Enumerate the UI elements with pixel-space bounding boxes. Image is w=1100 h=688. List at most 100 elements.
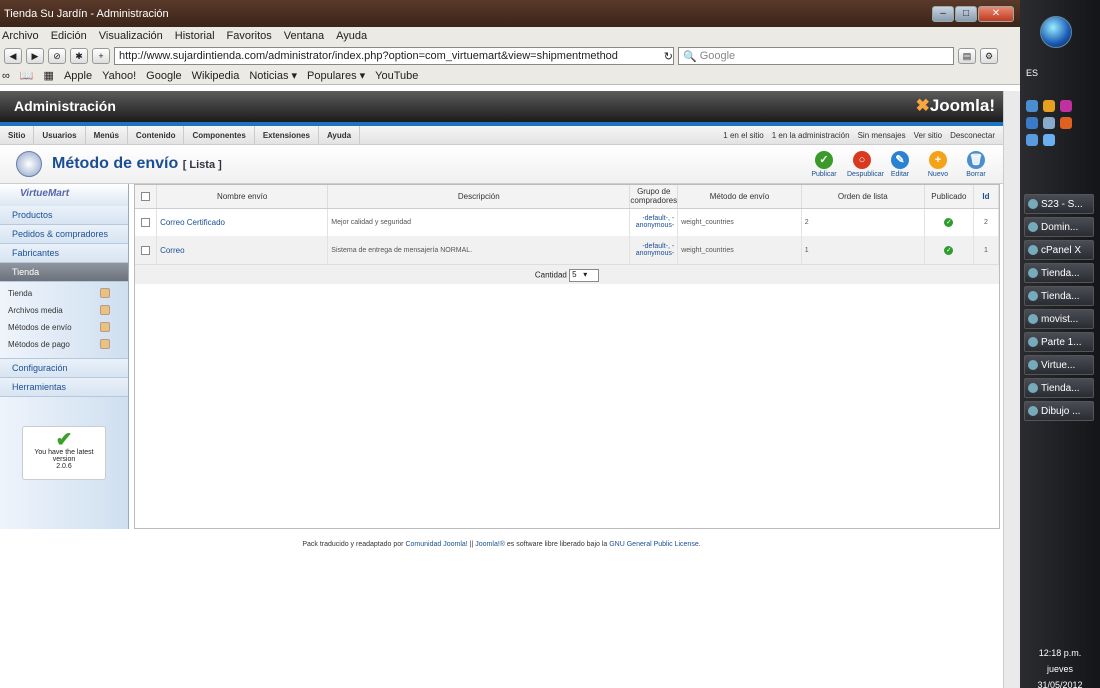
globe-icon[interactable] (1043, 134, 1055, 146)
vertical-scrollbar[interactable] (1003, 91, 1020, 688)
sidebar-subitem-tienda[interactable]: Tienda (0, 286, 128, 303)
borrar-button[interactable]: 🗑 Borrar (961, 151, 991, 178)
explorer-icon[interactable] (1043, 117, 1055, 129)
add-bookmark-icon[interactable]: + (92, 48, 110, 64)
gpl-link[interactable]: GNU General Public License. (609, 541, 700, 548)
stop-icon[interactable]: ⊘ (48, 48, 66, 64)
column-header-nombre-envío[interactable]: Nombre envío (156, 185, 329, 209)
menu-historial[interactable]: Historial (175, 30, 215, 42)
system-clock[interactable]: 12:18 p.m. jueves 31/05/2012 (1020, 645, 1100, 688)
taskbar-item[interactable]: movist... (1024, 309, 1094, 329)
status-1-en-la-administración[interactable]: 1 en la administración (772, 131, 850, 140)
admin-menu-contenido[interactable]: Contenido (128, 126, 185, 144)
admin-title: Administración (14, 98, 116, 114)
bookmark-yahoo[interactable]: Yahoo! (102, 70, 136, 82)
menu-ventana[interactable]: Ventana (284, 30, 324, 42)
bookmark-populares[interactable]: Populares ▾ (307, 69, 365, 82)
sidebar-subitem-métodos-de-pago[interactable]: Métodos de pago (0, 337, 128, 354)
published-check-icon[interactable]: ✓ (944, 217, 954, 227)
status-1-en-el-sitio[interactable]: 1 en el sitio (723, 131, 763, 140)
reload-icon[interactable]: ↻ (664, 50, 673, 63)
admin-menu-componentes[interactable]: Componentes (184, 126, 255, 144)
column-header-grupo-de-compradores[interactable]: Grupo de compradores (629, 185, 679, 209)
taskbar-item[interactable]: Parte 1... (1024, 332, 1094, 352)
firefox-icon[interactable] (1060, 117, 1072, 129)
start-button-icon[interactable] (1040, 16, 1072, 48)
taskbar-item[interactable]: Dibujo ... (1024, 401, 1094, 421)
publicar-button[interactable]: ✓ Publicar (809, 151, 839, 178)
sidebar-item-pedidos-compradores[interactable]: Pedidos & compradores (0, 225, 128, 244)
row-checkbox[interactable] (141, 245, 151, 255)
bookmark-noticias[interactable]: Noticias ▾ (249, 69, 297, 82)
bookmark-wikipedia[interactable]: Wikipedia (192, 70, 240, 82)
shipment-name-link[interactable]: Correo Certificado (156, 208, 329, 236)
status-ver-sitio[interactable]: Ver sitio (914, 131, 942, 140)
taskbar-item[interactable]: cPanel X (1024, 240, 1094, 260)
taskbar-item[interactable]: Virtue... (1024, 355, 1094, 375)
taskbar-item[interactable]: Tienda... (1024, 263, 1094, 283)
bookmarks-book-icon[interactable]: 📖 (20, 69, 34, 82)
sidebar-subitem-métodos-de-envío[interactable]: Métodos de envío (0, 320, 128, 337)
bookmark-apple[interactable]: Apple (64, 70, 92, 82)
address-bar[interactable]: http://www.sujardintienda.com/administra… (114, 47, 674, 65)
menu-visualización[interactable]: Visualización (99, 30, 163, 42)
despublicar-button[interactable]: ○ Despublicar (847, 151, 884, 178)
chrome-icon[interactable] (1043, 100, 1055, 112)
row-checkbox[interactable] (141, 217, 151, 227)
bookmark-google[interactable]: Google (146, 70, 181, 82)
sidebar-subitem-archivos-media[interactable]: Archivos media (0, 303, 128, 320)
language-indicator[interactable]: ES (1026, 68, 1038, 78)
maximize-button[interactable]: □ (955, 5, 977, 22)
taskbar-item[interactable]: Domin... (1024, 217, 1094, 237)
nuevo-button[interactable]: + Nuevo (923, 151, 953, 178)
sidebar-item-tienda[interactable]: Tienda (0, 263, 128, 282)
close-button[interactable]: ✕ (978, 5, 1014, 22)
admin-menu-usuarios[interactable]: Usuarios (34, 126, 86, 144)
settings-gear-icon[interactable]: ⚙ (980, 48, 998, 64)
comunidad-link[interactable]: Comunidad Joomla! (405, 541, 467, 548)
page-menu-icon[interactable]: ▤ (958, 48, 976, 64)
row-checkbox-cell (135, 208, 158, 236)
safari-icon[interactable] (1026, 134, 1038, 146)
column-header-descripción[interactable]: Descripción (327, 185, 631, 209)
taskbar-item[interactable]: S23 - S... (1024, 194, 1094, 214)
extension-icon[interactable]: ✱ (70, 48, 88, 64)
menu-favoritos[interactable]: Favoritos (227, 30, 272, 42)
list-limit-select[interactable]: 5 ▾ (569, 269, 600, 282)
taskbar-item[interactable]: Tienda... (1024, 286, 1094, 306)
select-all-checkbox[interactable] (141, 191, 151, 201)
menu-archivo[interactable]: Archivo (2, 30, 39, 42)
status-sin-mensajes[interactable]: Sin mensajes (858, 131, 906, 140)
desktop-icon[interactable] (1026, 100, 1038, 112)
sidebar-item-herramientas[interactable]: Herramientas (0, 378, 128, 397)
ie-icon[interactable] (1026, 117, 1038, 129)
sidebar-item-configuración[interactable]: Configuración (0, 359, 128, 378)
top-sites-grid-icon[interactable]: ▦ (44, 69, 54, 82)
menu-ayuda[interactable]: Ayuda (336, 30, 367, 42)
joomla-link[interactable]: Joomla!® (475, 541, 505, 548)
editar-button[interactable]: ✎ Editar (885, 151, 915, 178)
column-header-id[interactable]: Id (973, 185, 1000, 209)
back-icon[interactable]: ◀ (4, 48, 22, 64)
sidebar-item-productos[interactable]: Productos (0, 206, 128, 225)
reader-icon[interactable]: ∞ (2, 70, 10, 82)
column-header-método-de-envío[interactable]: Método de envío (677, 185, 802, 209)
admin-menu-sitio[interactable]: Sitio (0, 126, 35, 144)
admin-menu-menús[interactable]: Menús (86, 126, 128, 144)
admin-menu-ayuda[interactable]: Ayuda (319, 126, 361, 144)
bookmark-youtube[interactable]: YouTube (375, 70, 418, 82)
column-header-publicado[interactable]: Publicado (924, 185, 974, 209)
column-header-orden-de-lista[interactable]: Orden de lista (801, 185, 925, 209)
menu-edición[interactable]: Edición (51, 30, 87, 42)
métodos-de-envío-icon (100, 322, 110, 332)
shipment-name-link[interactable]: Correo (156, 236, 329, 264)
forward-icon[interactable]: ▶ (26, 48, 44, 64)
sidebar-item-fabricantes[interactable]: Fabricantes (0, 244, 128, 263)
taskbar-item[interactable]: Tienda... (1024, 378, 1094, 398)
status-desconectar[interactable]: Desconectar (950, 131, 995, 140)
admin-menu-extensiones[interactable]: Extensiones (255, 126, 319, 144)
app-icon[interactable] (1060, 100, 1072, 112)
minimize-button[interactable]: – (932, 5, 954, 22)
published-check-icon[interactable]: ✓ (944, 245, 954, 255)
search-input[interactable]: 🔍 Google (678, 47, 954, 65)
